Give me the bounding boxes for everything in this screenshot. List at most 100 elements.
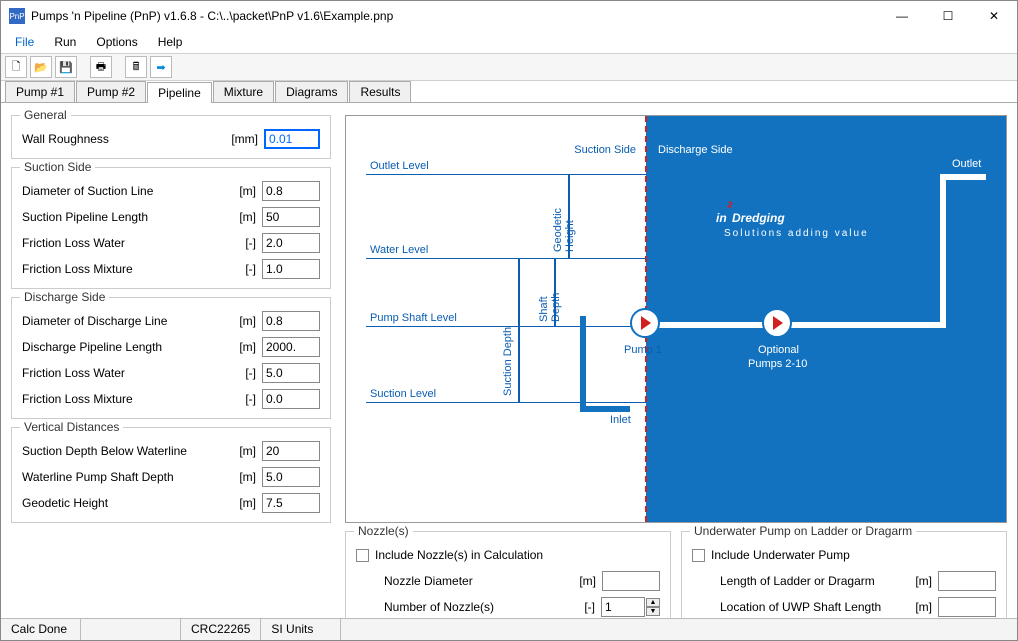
nozzle-number-input[interactable] (601, 597, 645, 617)
outlet-level-label: Outlet Level (370, 160, 429, 172)
shaft-depth-label: Shaft Depth (538, 266, 562, 322)
status-empty (81, 619, 181, 640)
discharge-flm-input[interactable] (262, 389, 320, 409)
suction-legend: Suction Side (20, 160, 95, 174)
discharge-flm-label: Friction Loss Mixture (22, 392, 224, 406)
suction-flm-input[interactable] (262, 259, 320, 279)
suction-diameter-label: Diameter of Suction Line (22, 184, 224, 198)
uwp-loc-label: Location of UWP Shaft Length (720, 600, 900, 614)
wpsd-label: Waterline Pump Shaft Depth (22, 470, 224, 484)
status-units: SI Units (261, 619, 341, 640)
include-nozzle-label: Include Nozzle(s) in Calculation (375, 548, 660, 562)
optional-label: Optional (758, 344, 799, 356)
suction-level-label: Suction Level (370, 388, 436, 400)
toolbar: 🗋 📂 💾 🖶 🖩 ➡ (1, 53, 1017, 81)
status-calc: Calc Done (1, 619, 81, 640)
nozzle-number-label: Number of Nozzle(s) (384, 600, 563, 614)
include-uwp-checkbox[interactable] (692, 549, 705, 562)
menu-file[interactable]: File (5, 33, 44, 51)
wall-roughness-input[interactable] (264, 129, 320, 149)
general-group: General Wall Roughness [mm] (11, 115, 331, 159)
vertical-legend: Vertical Distances (20, 420, 123, 434)
open-file-icon[interactable]: 📂 (30, 56, 52, 78)
uwp-group: Underwater Pump on Ladder or Dragarm Inc… (681, 531, 1007, 618)
general-legend: General (20, 108, 71, 122)
new-file-icon[interactable]: 🗋 (5, 56, 27, 78)
spin-down-icon[interactable]: ▼ (646, 607, 660, 616)
geodetic-height-label: Geodetic Height (552, 180, 576, 252)
include-uwp-label: Include Underwater Pump (711, 548, 996, 562)
nozzle-legend: Nozzle(s) (354, 524, 413, 538)
ladder-label: Length of Ladder or Dragarm (720, 574, 900, 588)
suction-flw-label: Friction Loss Water (22, 236, 224, 250)
tab-pump1[interactable]: Pump #1 (5, 81, 75, 102)
close-button[interactable]: ✕ (971, 1, 1017, 31)
status-crc: CRC22265 (181, 619, 261, 640)
suction-side-label: Suction Side (574, 144, 636, 156)
suction-diameter-input[interactable] (262, 181, 320, 201)
tab-results[interactable]: Results (349, 81, 411, 102)
app-window: PnP Pumps 'n Pipeline (PnP) v1.6.8 - C:\… (0, 0, 1018, 641)
pump-shaft-level-label: Pump Shaft Level (370, 312, 457, 324)
calculator-icon[interactable]: 🖩 (125, 56, 147, 78)
pump1-icon (630, 308, 660, 338)
pump1-label: Pump 1 (624, 344, 662, 356)
wpsd-input[interactable] (262, 467, 320, 487)
nozzle-diameter-input[interactable] (602, 571, 660, 591)
tab-diagrams[interactable]: Diagrams (275, 81, 348, 102)
inlet-label: Inlet (610, 414, 631, 426)
sdbw-label: Suction Depth Below Waterline (22, 444, 224, 458)
outlet-label: Outlet (952, 158, 981, 170)
print-icon[interactable]: 🖶 (90, 56, 112, 78)
wall-roughness-label: Wall Roughness (22, 132, 226, 146)
suction-flm-label: Friction Loss Mixture (22, 262, 224, 276)
water-level-label: Water Level (370, 244, 428, 256)
gh-label: Geodetic Height (22, 496, 224, 510)
minimize-button[interactable]: — (879, 1, 925, 31)
include-nozzle-checkbox[interactable] (356, 549, 369, 562)
statusbar: Calc Done CRC22265 SI Units (1, 618, 1017, 640)
suction-length-input[interactable] (262, 207, 320, 227)
window-title: Pumps 'n Pipeline (PnP) v1.6.8 - C:\..\p… (31, 9, 879, 23)
pipeline-diagram: Suction Side Discharge Side Outlet Level… (345, 115, 1007, 523)
wall-roughness-unit: [mm] (226, 132, 258, 146)
suction-flw-input[interactable] (262, 233, 320, 253)
uwp-legend: Underwater Pump on Ladder or Dragarm (690, 524, 916, 538)
pumps210-label: Pumps 2-10 (748, 358, 807, 370)
menu-options[interactable]: Options (86, 33, 147, 51)
discharge-flw-label: Friction Loss Water (22, 366, 224, 380)
suction-length-label: Suction Pipeline Length (22, 210, 224, 224)
discharge-group: Discharge Side Diameter of Discharge Lin… (11, 297, 331, 419)
vertical-group: Vertical Distances Suction Depth Below W… (11, 427, 331, 523)
menubar: File Run Options Help (1, 31, 1017, 53)
titlebar: PnP Pumps 'n Pipeline (PnP) v1.6.8 - C:\… (1, 1, 1017, 31)
menu-help[interactable]: Help (148, 33, 193, 51)
tab-mixture[interactable]: Mixture (213, 81, 274, 102)
logo-subtitle: Solutions adding value (724, 228, 869, 239)
app-icon: PnP (9, 8, 25, 24)
discharge-diameter-input[interactable] (262, 311, 320, 331)
suction-group: Suction Side Diameter of Suction Line[m]… (11, 167, 331, 289)
discharge-legend: Discharge Side (20, 290, 109, 304)
maximize-button[interactable]: ☐ (925, 1, 971, 31)
discharge-flw-input[interactable] (262, 363, 320, 383)
tab-pipeline[interactable]: Pipeline (147, 82, 212, 103)
menu-run[interactable]: Run (44, 33, 86, 51)
content-area: General Wall Roughness [mm] Suction Side… (1, 103, 1017, 618)
ladder-input[interactable] (938, 571, 996, 591)
uwp-loc-input[interactable] (938, 597, 996, 617)
save-file-icon[interactable]: 💾 (55, 56, 77, 78)
nozzle-diameter-label: Nozzle Diameter (384, 574, 564, 588)
gh-input[interactable] (262, 493, 320, 513)
logo-in: in (716, 211, 727, 225)
spin-up-icon[interactable]: ▲ (646, 598, 660, 607)
sdbw-input[interactable] (262, 441, 320, 461)
tab-pump2[interactable]: Pump #2 (76, 81, 146, 102)
discharge-length-input[interactable] (262, 337, 320, 357)
discharge-diameter-label: Diameter of Discharge Line (22, 314, 224, 328)
run-arrow-icon[interactable]: ➡ (150, 56, 172, 78)
pump-optional-icon (762, 308, 792, 338)
tabbar: Pump #1 Pump #2 Pipeline Mixture Diagram… (1, 81, 1017, 103)
suction-depth-label: Suction Depth (502, 286, 514, 396)
logo-dredging: Dredging (732, 211, 785, 225)
